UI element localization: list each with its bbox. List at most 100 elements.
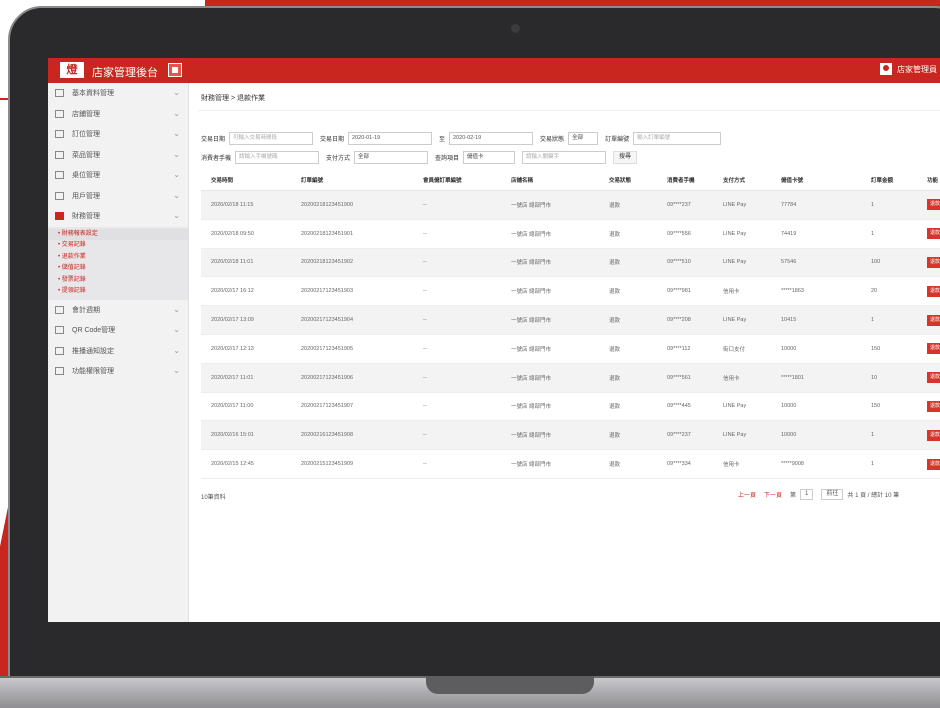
refund-button[interactable]: 退款: [927, 343, 940, 355]
table-cell: 09****981: [657, 276, 713, 307]
sidebar-item-accounting[interactable]: 會計週期 ⌄: [48, 300, 188, 321]
table-cell: 09****237: [657, 420, 713, 451]
refund-button[interactable]: 退款: [927, 199, 940, 211]
submenu-item[interactable]: • 儲值記錄: [48, 263, 188, 275]
refund-button[interactable]: 退款: [927, 256, 940, 268]
search-button[interactable]: 搜尋: [613, 150, 638, 164]
table-cell: 一號店 總部門市: [501, 449, 599, 479]
date-from-input[interactable]: 2020-01-19: [348, 131, 433, 145]
table-cell: --: [413, 305, 501, 335]
status-select[interactable]: 全部: [568, 131, 599, 145]
sidebar-item-tables[interactable]: 桌位管理 ⌄: [48, 165, 188, 186]
table-cell: 退款: [599, 449, 657, 479]
sidebar-item-label: 用戶管理: [72, 192, 100, 200]
refund-button[interactable]: 退款: [927, 285, 940, 297]
phone-input[interactable]: 請輸入手機號碼: [235, 150, 320, 164]
sidebar-item-notifications[interactable]: 推播通知設定 ⌄: [48, 341, 188, 362]
table-cell: 2020/02/17 13:09: [201, 305, 291, 335]
sidebar-item-label: 功能權限管理: [72, 368, 114, 376]
refund-button[interactable]: 退款: [927, 372, 940, 384]
sidebar-item-finance[interactable]: 財務管理 ⌄: [48, 206, 188, 227]
refund-button[interactable]: 退款: [927, 400, 940, 412]
column-header: 交易狀態: [599, 170, 657, 191]
page-input[interactable]: 1: [800, 489, 814, 500]
filter-label: 查詢項目: [435, 155, 460, 162]
table-cell: 20200217123451905: [291, 334, 413, 364]
go-button[interactable]: 前往: [821, 489, 844, 500]
table-cell: LINE Pay: [713, 190, 771, 220]
sidebar-item-label: 桌位管理: [72, 172, 100, 180]
refund-button[interactable]: 退款: [927, 458, 940, 470]
table-header-row: 交易時間 訂單編號 會員儲訂單編號 店舖名稱 交易狀態 消費者手機 支付方式 儲…: [201, 170, 940, 191]
table-cell: 一號店 總部門市: [501, 334, 599, 364]
chevron-down-icon: ⌄: [173, 190, 180, 200]
next-page-link[interactable]: 下一頁: [764, 490, 782, 499]
table-cell: 09****445: [657, 392, 713, 422]
table-cell: 退款: [599, 305, 657, 335]
query-type-select[interactable]: 儲值卡: [463, 150, 516, 164]
submenu-item[interactable]: • 財務報表設定: [48, 228, 188, 240]
pagination: 上一頁 下一頁 第 1 前往 共 1 頁 / 總計 10 筆: [738, 489, 899, 500]
sidebar-item-dishes[interactable]: 菜品管理 ⌄: [48, 145, 188, 166]
keyword-input[interactable]: 請輸入關鍵字: [522, 150, 607, 164]
table-cell: 10415: [771, 305, 861, 335]
menu-toggle-button[interactable]: [168, 63, 182, 77]
table-icon: [55, 171, 64, 180]
table-cell: --: [413, 190, 501, 220]
table-cell: 09****556: [657, 219, 713, 249]
submenu-label: 儲值記錄: [61, 265, 86, 271]
table-cell: 信用卡: [713, 449, 771, 479]
column-header: 店舖名稱: [501, 170, 599, 191]
table-cell: 一號店 總部門市: [501, 420, 599, 451]
date-to-input[interactable]: 2020-02-19: [449, 131, 534, 145]
sidebar-item-basic-info[interactable]: 基本資料管理 ⌄: [48, 83, 188, 104]
table-cell: 150: [861, 334, 917, 364]
table-cell: 一號店 總部門市: [501, 392, 599, 422]
table-cell: 街口支付: [713, 334, 771, 364]
refund-button[interactable]: 退款: [927, 228, 940, 240]
wallet-icon: [55, 212, 64, 221]
sidebar-item-qrcode[interactable]: QR Code管理 ⌄: [48, 320, 188, 341]
main-content: 財務管理 > 退款作業 交易日期 可輸入交易時間段 交易日期 2020-01-1…: [198, 83, 940, 622]
table-body: 2020/02/18 11:15 20200218123451900 -- 一號店 總…: [201, 190, 940, 479]
date-range-input[interactable]: 可輸入交易時間段: [229, 131, 314, 145]
table-cell: 2020/02/15 12:45: [201, 449, 291, 479]
user-name: 店家管理員: [897, 64, 937, 74]
sidebar-item-label: 財務管理: [72, 213, 100, 221]
sidebar-item-booking[interactable]: 訂位管理 ⌄: [48, 124, 188, 145]
table-row: 2020/02/18 09:50 20200218123451901 -- 一號店 總…: [201, 219, 940, 249]
table-cell: 20200217123451906: [291, 363, 413, 393]
refund-button[interactable]: 退款: [927, 429, 940, 441]
table-cell: 150: [861, 392, 917, 422]
store-icon: [55, 109, 64, 118]
submenu-item[interactable]: • 退款作業: [48, 252, 188, 264]
submenu-item[interactable]: • 提領記錄: [48, 286, 188, 298]
table-cell: 退款: [917, 334, 940, 364]
sidebar-item-store[interactable]: 店鋪管理 ⌄: [48, 104, 188, 125]
filter-label: 訂單編號: [605, 136, 630, 143]
sidebar-item-permissions[interactable]: 功能權限管理 ⌄: [48, 361, 188, 382]
submenu-item[interactable]: • 發票記錄: [48, 275, 188, 287]
table-cell: 10: [861, 363, 917, 393]
table-cell: 退款: [599, 190, 657, 220]
user-menu[interactable]: 店家管理員: [880, 63, 937, 75]
payment-select[interactable]: 全部: [354, 150, 429, 164]
submenu-item[interactable]: • 交易記錄: [48, 240, 188, 252]
sidebar-item-users[interactable]: 用戶管理 ⌄: [48, 186, 188, 207]
order-number-input[interactable]: 輸入訂單編號: [633, 131, 722, 145]
camera-icon: [511, 24, 520, 33]
refund-button[interactable]: 退款: [927, 314, 940, 326]
table-cell: 退款: [599, 392, 657, 422]
column-header: 訂單金額: [861, 170, 917, 191]
table-cell: 一號店 總部門市: [501, 190, 599, 220]
table-cell: 退款: [599, 276, 657, 307]
table-cell: --: [413, 248, 501, 278]
table-cell: 74419: [771, 219, 861, 249]
prev-page-link[interactable]: 上一頁: [738, 490, 756, 499]
laptop-notch: [426, 676, 594, 694]
table-cell: *****1863: [771, 276, 861, 307]
table-cell: 100: [861, 248, 917, 278]
table-cell: 10000: [771, 334, 861, 364]
table-cell: 退款: [917, 363, 940, 393]
table-cell: LINE Pay: [713, 420, 771, 451]
